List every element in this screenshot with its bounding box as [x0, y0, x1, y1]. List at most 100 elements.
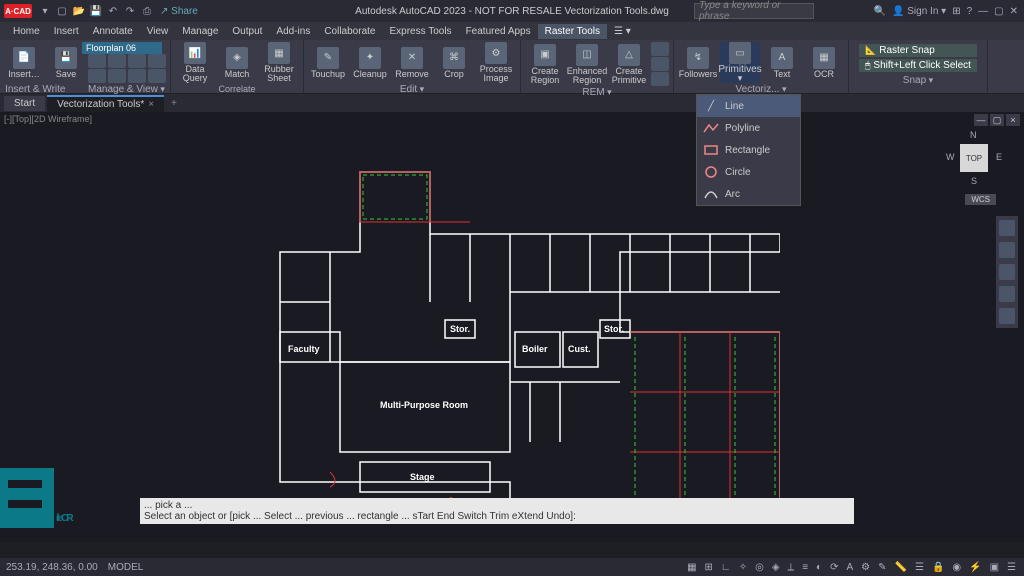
sb-transparency[interactable]: ◐ — [814, 562, 824, 573]
iw-small-6[interactable] — [128, 69, 146, 83]
prim-line[interactable]: ╱Line — [697, 95, 800, 117]
ocr-button[interactable]: ▦OCR — [804, 42, 844, 83]
sb-ortho[interactable]: ∟ — [719, 562, 733, 573]
viewport-label[interactable]: [-][Top][2D Wireframe] — [4, 114, 92, 124]
status-coords[interactable]: 253.19, 248.36, 0.00 — [6, 562, 98, 573]
vp-min[interactable]: — — [974, 114, 988, 126]
compass-e[interactable]: E — [996, 152, 1002, 162]
tab-manage[interactable]: Manage — [175, 24, 225, 39]
sb-cycling[interactable]: ⟳ — [828, 562, 840, 573]
exchange-icon[interactable]: ⊞ — [952, 6, 960, 17]
command-line[interactable]: ... pick a ... Select an object or [pick… — [140, 498, 854, 524]
nav-zoom[interactable] — [999, 264, 1015, 280]
qat-print[interactable]: ⎙ — [140, 4, 154, 18]
cleanup-button[interactable]: ✦Cleanup — [350, 42, 390, 83]
tab-annotate[interactable]: Annotate — [86, 24, 140, 39]
vp-max[interactable]: ▢ — [990, 114, 1004, 126]
panel-label-snap[interactable]: Snap ▾ — [853, 74, 983, 86]
prim-rectangle[interactable]: Rectangle — [697, 139, 800, 161]
sb-customize[interactable]: ☰ — [1005, 562, 1018, 573]
qat-new[interactable]: ▢ — [55, 4, 69, 18]
signin-button[interactable]: 👤 Sign In ▾ — [892, 6, 946, 17]
data-query-button[interactable]: 📊Data Query — [175, 42, 215, 83]
compass-s[interactable]: S — [971, 176, 977, 186]
max-button[interactable]: ▢ — [994, 6, 1003, 17]
prim-polyline[interactable]: Polyline — [697, 117, 800, 139]
process-image-button[interactable]: ⚙Process Image — [476, 42, 516, 83]
nav-wheel[interactable] — [999, 220, 1015, 236]
sb-units[interactable]: 📏 — [893, 562, 909, 573]
panel-label-iw[interactable]: Insert & Write Manage & View ▾ — [4, 83, 166, 95]
nav-showmotion[interactable] — [999, 308, 1015, 324]
sb-lock[interactable]: 🔒 — [930, 562, 946, 573]
prim-circle[interactable]: Circle — [697, 161, 800, 183]
close-button[interactable]: ✕ — [1010, 6, 1018, 17]
qat-undo[interactable]: ↶ — [106, 4, 120, 18]
iw-small-3[interactable] — [108, 54, 126, 68]
sb-otrack[interactable]: ⟂ — [786, 562, 797, 573]
create-primitive-button[interactable]: △Create Primitive — [609, 42, 649, 86]
status-model[interactable]: MODEL — [108, 562, 144, 573]
touchup-button[interactable]: ✎Touchup — [308, 42, 348, 83]
sb-annomon[interactable]: ✎ — [876, 562, 888, 573]
panel-label-edit[interactable]: Edit ▾ — [308, 83, 516, 95]
tab-add-button[interactable]: + — [166, 98, 182, 109]
wcs-indicator[interactable]: WCS — [965, 194, 996, 205]
rem-small-2[interactable] — [651, 57, 669, 71]
sb-isolate[interactable]: ◉ — [950, 562, 963, 573]
compass-n[interactable]: N — [970, 130, 977, 140]
text-button[interactable]: AText — [762, 42, 802, 83]
qat-redo[interactable]: ↷ — [123, 4, 137, 18]
floorplan-combo[interactable]: Floorplan 06 — [82, 42, 162, 54]
iw-small-4[interactable] — [108, 69, 126, 83]
prim-arc[interactable]: Arc — [697, 183, 800, 205]
compass-w[interactable]: W — [946, 152, 955, 162]
tab-insert[interactable]: Insert — [47, 24, 86, 39]
primitives-button[interactable]: ▭Primitives ▾ — [720, 42, 760, 83]
sb-hardware[interactable]: ⚡ — [967, 562, 983, 573]
panel-label-correlate[interactable]: Correlate — [175, 83, 299, 94]
qat-save[interactable]: 💾 — [89, 4, 103, 18]
iw-small-7[interactable] — [148, 54, 166, 68]
sb-cleanscreen[interactable]: ▣ — [988, 562, 1001, 573]
followers-button[interactable]: ↯Followers — [678, 42, 718, 83]
iw-small-8[interactable] — [148, 69, 166, 83]
create-region-button[interactable]: ▣Create Region — [525, 42, 565, 86]
raster-snap-button[interactable]: 📐 Raster Snap — [859, 44, 977, 57]
qat-menu[interactable]: ▾ — [38, 4, 52, 18]
sb-lweight[interactable]: ≡ — [800, 562, 810, 573]
rubber-sheet-button[interactable]: ▦Rubber Sheet — [259, 42, 299, 83]
tab-output[interactable]: Output — [225, 24, 269, 39]
help-icon[interactable]: ? — [967, 6, 973, 17]
sb-snap[interactable]: ⊞ — [703, 562, 715, 573]
sb-workspace[interactable]: ⚙ — [859, 562, 872, 573]
shift-click-select-button[interactable]: 🖱 Shift+Left Click Select — [859, 59, 977, 72]
tab-raster-tools[interactable]: Raster Tools — [538, 24, 607, 39]
iw-small-5[interactable] — [128, 54, 146, 68]
rem-small-1[interactable] — [651, 42, 669, 56]
search-keyword-input[interactable]: Type a keyword or phrase — [694, 3, 814, 19]
match-button[interactable]: ◈Match — [217, 42, 257, 83]
tab-addins[interactable]: Add-ins — [269, 24, 317, 39]
sb-annoscale[interactable]: A — [844, 562, 855, 573]
sb-osnap[interactable]: ◎ — [753, 562, 766, 573]
tab-close-icon[interactable]: × — [148, 99, 154, 110]
remove-button[interactable]: ✕Remove — [392, 42, 432, 83]
panel-label-rem[interactable]: REM ▾ — [525, 86, 669, 98]
sb-grid[interactable]: ▦ — [685, 562, 698, 573]
tab-featured[interactable]: Featured Apps — [459, 24, 538, 39]
tab-express[interactable]: Express Tools — [382, 24, 458, 39]
share-button[interactable]: ↗ Share — [160, 6, 198, 17]
tab-overflow[interactable]: ☰ ▾ — [607, 24, 638, 39]
enhanced-region-button[interactable]: ◫Enhanced Region — [567, 42, 607, 86]
nav-orbit[interactable] — [999, 286, 1015, 302]
tab-home[interactable]: Home — [6, 24, 47, 39]
sb-polar[interactable]: ✧ — [737, 562, 749, 573]
doc-tab-vectorization[interactable]: Vectorization Tools*× — [47, 95, 164, 112]
search-icon[interactable]: 🔍 — [874, 6, 886, 17]
tab-collaborate[interactable]: Collaborate — [317, 24, 382, 39]
viewport[interactable]: [-][Top][2D Wireframe] — ▢ × N S E W TOP… — [0, 112, 1024, 542]
rem-small-3[interactable] — [651, 72, 669, 86]
save-button[interactable]: 💾Save — [46, 42, 86, 83]
iw-small-1[interactable] — [88, 54, 106, 68]
